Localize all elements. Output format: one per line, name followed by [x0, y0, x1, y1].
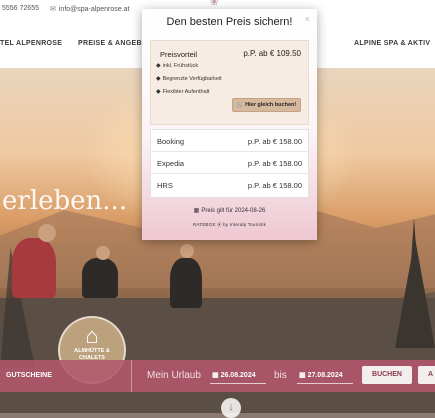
arrival-date-value: 26.08.2024	[220, 372, 256, 379]
cart-icon: 🛒	[236, 102, 244, 108]
badge-line1: ALMHÜTTE &	[74, 348, 110, 354]
price-valid-text: Preis gilt für 2024-08-26	[201, 208, 266, 214]
ratebox-title: Den besten Preis sichern!	[166, 16, 293, 28]
ota-row: Expedia p.P. ab € 158.00	[151, 152, 308, 174]
buchen-button[interactable]: BUCHEN	[362, 366, 412, 384]
calendar-icon: ▦	[212, 372, 219, 379]
envelope-icon: ✉	[50, 6, 56, 13]
arrival-date-field[interactable]: ▦ 26.08.2024	[212, 371, 256, 379]
tag-icon: ◆	[156, 89, 161, 95]
ota-row: HRS p.P. ab € 158.00	[151, 174, 308, 196]
hiker-3-head	[180, 244, 194, 258]
hero-tagline: erleben...	[2, 186, 128, 216]
arrival-underline	[210, 383, 266, 384]
feature-item: ◆ Begrenzte Verfügbarkeit	[156, 75, 222, 82]
nav-item-hotel[interactable]: TEL ALPENROSE	[0, 40, 62, 47]
feature-text: Begrenzte Verfügbarkeit	[162, 76, 222, 82]
tag-icon: ◆	[156, 63, 161, 69]
best-price-box: Preisvorteil p.P. ab € 109.50 ◆ inkl. Frü…	[150, 40, 309, 125]
feature-text: inkl. Frühstück	[162, 63, 199, 69]
bis-label: bis	[274, 370, 287, 381]
hiker-1-head	[38, 224, 56, 242]
nav-item-spa[interactable]: ALPINE SPA & AKTIV	[354, 40, 430, 47]
book-now-button[interactable]: 🛒 Hier gleich buchen!	[232, 98, 301, 112]
calendar-icon: ▦	[299, 372, 306, 379]
departure-date-field[interactable]: ▦ 27.08.2024	[299, 371, 343, 379]
departure-date-value: 27.08.2024	[307, 372, 343, 379]
powered-by-text[interactable]: RATEBOX ⦿ by Interalp Touristik	[142, 222, 317, 228]
price-valid-note: ▦ Preis gilt für 2024-08-26	[142, 207, 317, 214]
email-link[interactable]: ✉ info@spa-alpenrose.at	[50, 5, 129, 13]
ota-price: p.P. ab € 158.00	[247, 181, 302, 190]
ota-price-list: Booking p.P. ab € 158.00 Expedia p.P. ab…	[150, 129, 309, 198]
hiker-2	[82, 258, 118, 298]
phone-number[interactable]: 5556 72655	[2, 5, 39, 12]
logo-crest-icon: ❀	[210, 0, 219, 8]
tag-icon: ◆	[156, 76, 161, 82]
gutscheine-button[interactable]: GUTSCHEINE	[0, 360, 132, 392]
hiker-3	[170, 258, 202, 308]
feature-item: ◆ inkl. Frühstück	[156, 62, 198, 69]
hut-icon: ⌂	[85, 323, 99, 348]
hiker-1	[12, 238, 56, 298]
holiday-label: Mein Urlaub	[147, 370, 201, 381]
nav-item-prices[interactable]: PREISE & ANGEBO	[78, 40, 148, 47]
calendar-icon: ▦	[193, 208, 200, 214]
scroll-down-icon[interactable]: ↓	[221, 398, 241, 418]
best-price-value: p.P. ab € 109.50	[243, 49, 301, 58]
best-price-label: Preisvorteil	[160, 50, 198, 59]
ota-name: Expedia	[157, 159, 185, 168]
feature-item: ◆ Flexibler Aufenthalt	[156, 88, 209, 95]
secondary-booking-button[interactable]: A	[418, 366, 435, 384]
book-now-label: Hier gleich buchen!	[245, 102, 297, 108]
hiker-2-head	[96, 246, 110, 260]
email-text: info@spa-alpenrose.at	[58, 6, 130, 13]
ota-price: p.P. ab € 158.00	[247, 137, 302, 146]
ota-row: Booking p.P. ab € 158.00	[151, 130, 308, 152]
close-icon[interactable]: ×	[305, 14, 310, 24]
ota-price: p.P. ab € 158.00	[247, 159, 302, 168]
feature-text: Flexibler Aufenthalt	[162, 89, 210, 95]
ratebox-popup: Den besten Preis sichern! × Preisvorteil…	[142, 9, 317, 240]
departure-underline	[297, 383, 353, 384]
ota-name: Booking	[157, 137, 185, 146]
ota-name: HRS	[157, 181, 173, 190]
booking-bar: GUTSCHEINE Mein Urlaub ▦ 26.08.2024 bis …	[0, 360, 435, 392]
